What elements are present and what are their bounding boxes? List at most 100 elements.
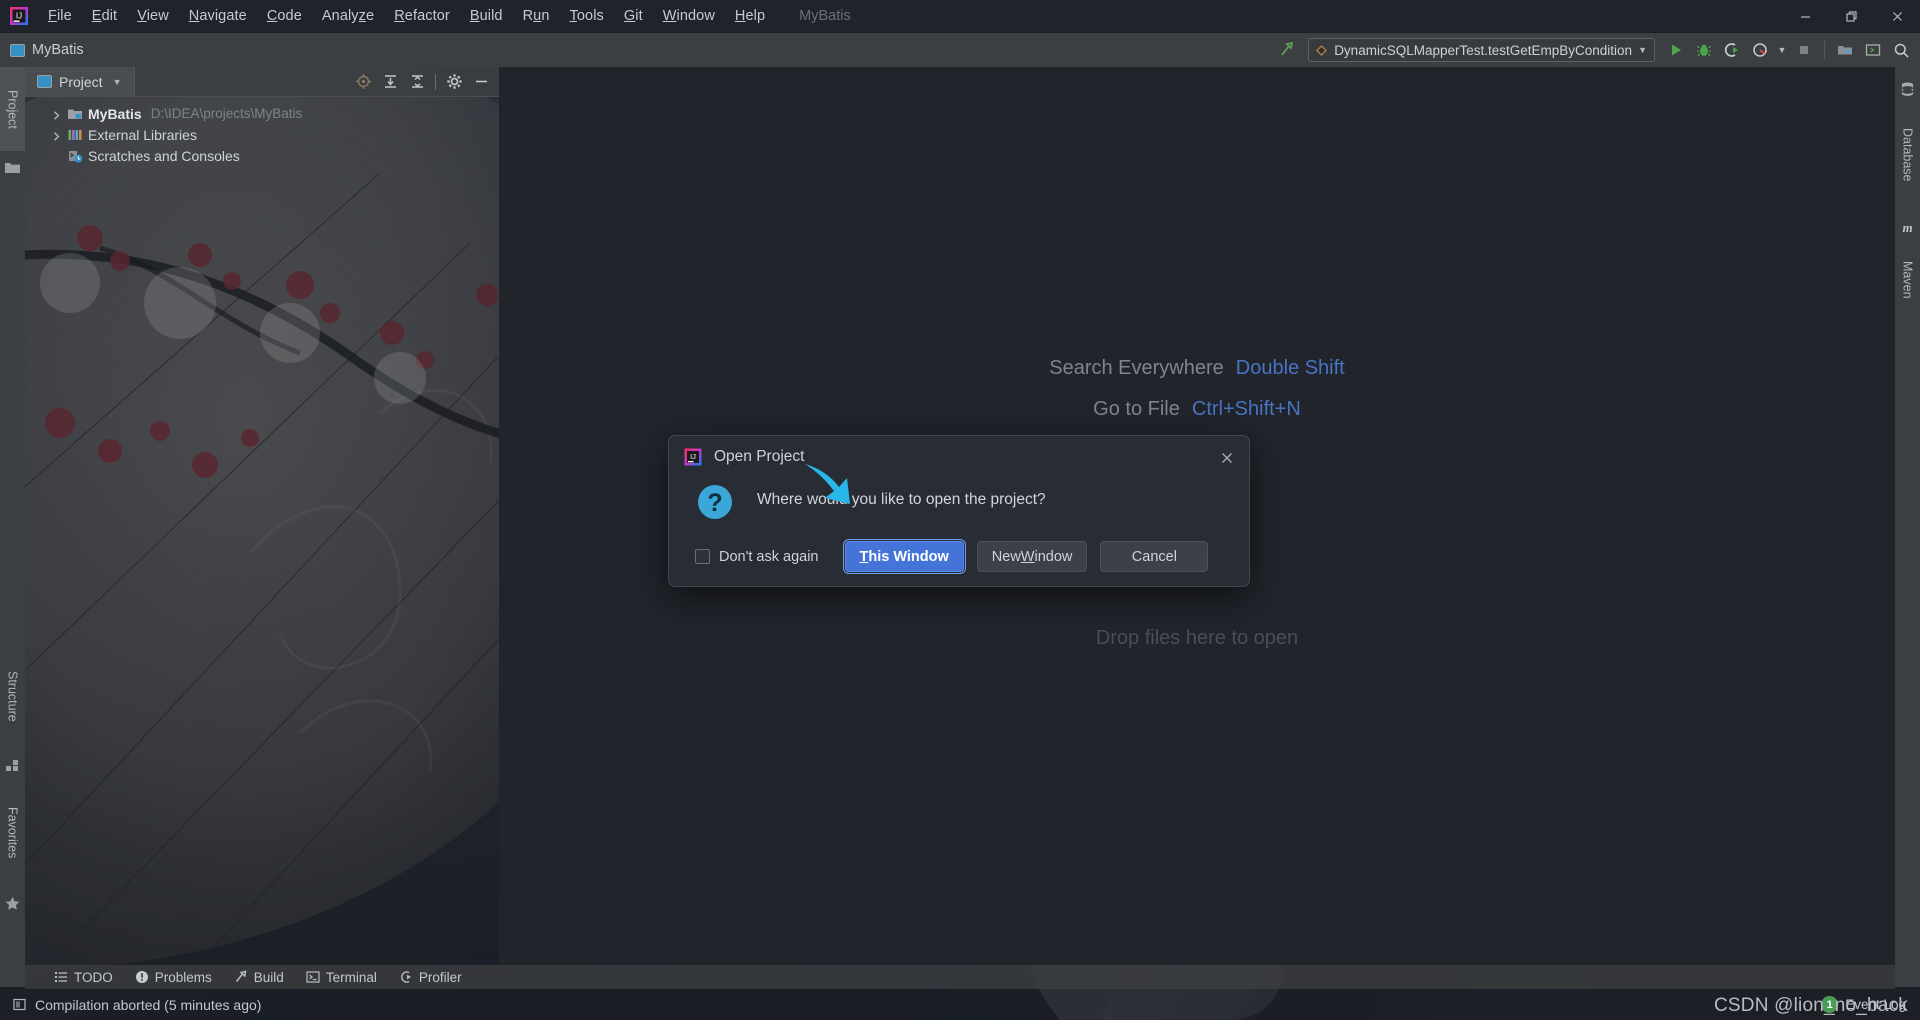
search-icon[interactable] [1888,37,1914,63]
sidebar-item-favorites[interactable]: Favorites [0,777,25,889]
menu-item-tools[interactable]: Tools [560,4,614,28]
tree-row-external-libraries[interactable]: External Libraries [25,124,499,145]
structure-icon[interactable] [4,757,21,774]
menu-item-window[interactable]: Window [653,4,725,28]
build-hammer-icon[interactable] [1274,37,1300,63]
project-panel-actions [351,70,493,94]
close-icon[interactable] [1874,0,1920,33]
run-configuration-name: DynamicSQLMapperTest.testGetEmpByConditi… [1334,42,1633,58]
toggle-terminal-icon[interactable] [1860,37,1886,63]
tree-item-label: MyBatis [88,105,142,122]
tree-row-scratches-and-consoles[interactable]: Scratches and Consoles [25,145,499,166]
csdn-watermark: CSDN @lion_no_back [1714,995,1908,1016]
svg-text:IJ: IJ [16,12,22,21]
star-icon[interactable] [4,895,21,912]
bottom-tab-terminal[interactable]: Terminal [297,966,386,988]
dialog-close-icon[interactable] [1215,446,1239,470]
sidebar-item-label: Favorites [5,807,20,859]
hint-shortcut: Double Shift [1235,357,1345,379]
menu-item-run[interactable]: Run [513,4,560,28]
cancel-button[interactable]: Cancel [1100,541,1209,572]
restore-icon[interactable] [1828,0,1874,33]
bottom-tab-problems[interactable]: Problems [126,966,221,988]
locate-icon[interactable] [351,70,375,94]
bottom-tab-build[interactable]: Build [225,966,293,988]
checkbox-box[interactable] [695,549,710,564]
tree-row-mybatis[interactable]: MyBatis D:\IDEA\projects\MyBatis [25,103,499,124]
run-icon[interactable] [1663,37,1689,63]
profile-dropdown-chevron-icon[interactable]: ▼ [1775,37,1789,63]
hide-panel-icon[interactable] [469,70,493,94]
chevron-right-icon[interactable] [51,108,62,120]
tab-project[interactable]: Project ▼ [25,67,135,97]
dont-ask-again-checkbox[interactable]: Don't ask again [695,549,819,565]
chevron-down-icon[interactable]: ▼ [113,77,122,87]
intellij-idea-icon: IJ [683,447,703,467]
dialog-message: Where would you like to open the project… [757,491,1046,508]
run-with-coverage-icon[interactable] [1719,37,1745,63]
chevron-right-icon[interactable] [51,129,62,141]
module-icon [67,106,83,122]
project-tree: MyBatis D:\IDEA\projects\MyBatis Externa… [25,97,499,166]
bottom-tab-profiler[interactable]: Profiler [390,966,471,988]
sidebar-item-label: Maven [1900,261,1915,299]
minimize-icon[interactable] [1782,0,1828,33]
project-structure-icon[interactable] [1832,37,1858,63]
tree-item-label: External Libraries [88,126,197,143]
new-window-button[interactable]: New Window [976,541,1088,572]
stop-icon[interactable] [1791,37,1817,63]
bottom-tool-window-bar: TODO Problems Build Terminal Profiler [25,965,1895,989]
sidebar-item-label: Database [1900,128,1915,182]
editor-hints: Search Everywhere Double Shift Go to Fil… [499,357,1895,421]
dialog-footer: Don't ask again This Window New Window C… [669,538,1249,575]
bottom-tab-label: Terminal [325,969,377,985]
dialog-title-bar: IJ Open Project [669,436,1249,478]
menu-item-view[interactable]: View [127,4,179,28]
menu-item-edit[interactable]: Edit [82,4,127,28]
menu-item-code[interactable]: Code [257,4,312,28]
sidebar-item-structure[interactable]: Structure [0,641,25,751]
this-window-button[interactable]: This Window [841,538,967,575]
sidebar-item-project[interactable]: Project [0,67,25,151]
menu-item-build[interactable]: Build [460,4,513,28]
bottom-tab-label: Profiler [418,969,462,985]
expand-all-icon[interactable] [378,70,402,94]
settings-gear-icon[interactable] [442,70,466,94]
left-tool-strip: Project Structure Favorites [0,67,25,987]
build-hammer-icon [234,970,248,984]
profiler-icon [399,970,413,984]
dialog-body: ? Where would you like to open the proje… [669,478,1249,522]
idea-window: Search Everywhere Double Shift Go to Fil… [0,0,1920,1020]
run-configuration-selector[interactable]: DynamicSQLMapperTest.testGetEmpByConditi… [1308,38,1655,62]
collapse-all-icon[interactable] [405,70,429,94]
menu-item-refactor[interactable]: Refactor [384,4,460,28]
menu-item-navigate[interactable]: Navigate [179,4,257,28]
folder-icon[interactable] [4,159,21,176]
toolbar-project-name: MyBatis [32,42,84,58]
svg-text:IJ: IJ [690,452,696,461]
chevron-down-icon[interactable]: ▼ [1638,45,1647,55]
sidebar-item-database[interactable]: Database [1895,103,1920,207]
database-icon[interactable] [1899,81,1916,98]
menu-item-analyze[interactable]: Analyze [312,4,384,28]
profile-icon[interactable] [1747,37,1773,63]
maven-m-icon[interactable]: m [1899,219,1916,236]
problems-warning-icon [135,970,149,984]
toolbar-right-group: DynamicSQLMapperTest.testGetEmpByConditi… [1274,33,1914,67]
status-message-group[interactable]: Compilation aborted (5 minutes ago) [12,997,261,1013]
menu-item-git[interactable]: Git [614,4,653,28]
bottom-tab-label: Problems [154,969,212,985]
bottom-tab-label: Build [253,969,284,985]
menu-bar: IJ File Edit View Navigate Code Analyze … [0,0,1920,33]
sidebar-item-maven[interactable]: Maven [1895,239,1920,321]
bottom-tab-todo[interactable]: TODO [45,966,122,988]
menu-item-file[interactable]: File [38,4,82,28]
menu-items-container: File Edit View Navigate Code Analyze Ref… [38,4,775,28]
debug-icon[interactable] [1691,37,1717,63]
toolbar-separator [1824,41,1825,59]
toolbar-project-label-group: MyBatis [0,42,84,58]
actions-separator [435,73,436,90]
menu-item-help[interactable]: Help [725,4,775,28]
svg-text:m: m [1902,220,1912,235]
drop-files-hint: Drop files here to open [1095,627,1299,649]
